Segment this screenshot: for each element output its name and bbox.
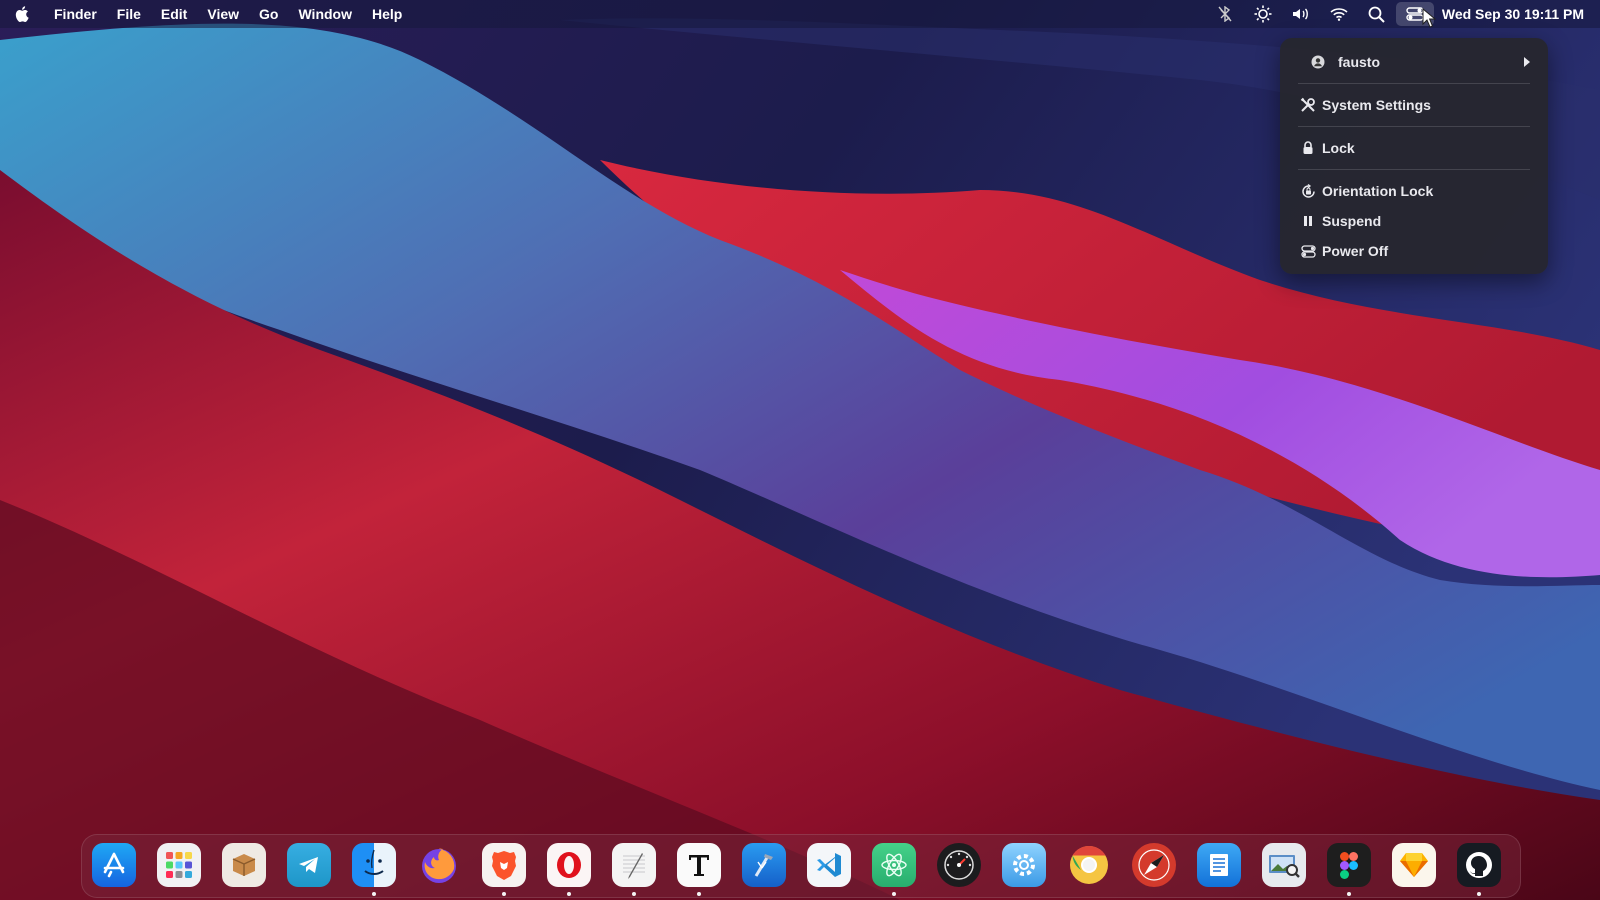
power-off-menu-item[interactable]: Power Off: [1298, 238, 1530, 264]
chrome-icon: [1067, 843, 1111, 887]
suspend-menu-item[interactable]: Suspend: [1298, 208, 1530, 234]
dock-item-atom[interactable]: [872, 843, 916, 896]
submenu-arrow-icon: [1524, 57, 1530, 67]
power-off-icon: [1298, 241, 1318, 261]
xcode-icon: [742, 843, 786, 887]
dock-item-preview[interactable]: [1262, 843, 1306, 887]
lock-label: Lock: [1322, 140, 1355, 156]
desktop[interactable]: Finder File Edit View Go Window Help Wed…: [0, 0, 1600, 900]
dock-item-package[interactable]: [222, 843, 266, 887]
running-indicator: [567, 892, 571, 896]
dock-item-typora[interactable]: [677, 843, 721, 896]
search-icon[interactable]: [1358, 0, 1396, 28]
atom-icon: [872, 843, 916, 887]
orientation-lock-menu-item[interactable]: Orientation Lock: [1298, 178, 1530, 204]
dock-item-chrome[interactable]: [1067, 843, 1111, 887]
typora-icon: [677, 843, 721, 887]
dock: [81, 834, 1521, 898]
github-icon: [1457, 843, 1501, 887]
dock-item-opera[interactable]: [547, 843, 591, 896]
dock-item-dashboard[interactable]: [937, 843, 981, 887]
tools-icon: [1298, 95, 1318, 115]
menu-separator: [1298, 169, 1530, 170]
dock-item-github[interactable]: [1457, 843, 1501, 896]
running-indicator: [632, 892, 636, 896]
menubar-clock[interactable]: Wed Sep 30 19:11 PM: [1434, 6, 1590, 22]
dock-item-sketch[interactable]: [1392, 843, 1436, 887]
dock-item-figma[interactable]: [1327, 843, 1371, 896]
running-indicator: [502, 892, 506, 896]
lock-icon: [1298, 138, 1318, 158]
menu-view[interactable]: View: [197, 0, 249, 28]
wifi-icon[interactable]: [1320, 0, 1358, 28]
status-area: Wed Sep 30 19:11 PM: [1206, 0, 1600, 28]
launchpad-icon: [157, 843, 201, 887]
orientation-lock-icon: [1298, 181, 1318, 201]
telegram-icon: [287, 843, 331, 887]
sketch-icon: [1392, 843, 1436, 887]
dock-item-finder[interactable]: [352, 843, 396, 896]
brave-icon: [482, 843, 526, 887]
orientation-lock-label: Orientation Lock: [1322, 183, 1434, 199]
figma-icon: [1327, 843, 1371, 887]
dock-item-settings[interactable]: [1002, 843, 1046, 887]
apple-logo-icon: [15, 6, 29, 22]
menu-separator: [1298, 126, 1530, 127]
dock-item-pages[interactable]: [1197, 843, 1241, 887]
menu-separator: [1298, 83, 1530, 84]
mouse-cursor-icon: [1422, 8, 1436, 28]
menu-window[interactable]: Window: [288, 0, 362, 28]
running-indicator: [697, 892, 701, 896]
system-menu-dropdown: fausto System Settings Lock Orientation …: [1280, 38, 1548, 274]
pause-icon: [1298, 211, 1318, 231]
dock-item-brave[interactable]: [482, 843, 526, 896]
apple-menu[interactable]: [0, 0, 44, 28]
menu-bar: Finder File Edit View Go Window Help Wed…: [0, 0, 1600, 28]
firefox-icon: [417, 843, 461, 887]
user-name-label: fausto: [1338, 54, 1380, 70]
power-off-label: Power Off: [1322, 243, 1389, 259]
menu-go[interactable]: Go: [249, 0, 288, 28]
menu-file[interactable]: File: [107, 0, 151, 28]
dock-item-xcode[interactable]: [742, 843, 786, 887]
running-indicator: [892, 892, 896, 896]
user-avatar-icon: [1308, 52, 1328, 72]
finder-icon: [352, 843, 396, 887]
app-store-icon: [92, 843, 136, 887]
dock-item-text-editor[interactable]: [612, 843, 656, 896]
safari-icon: [1132, 843, 1176, 887]
system-settings-menu-item[interactable]: System Settings: [1298, 92, 1530, 118]
running-indicator: [1347, 892, 1351, 896]
menu-help[interactable]: Help: [362, 0, 412, 28]
system-settings-label: System Settings: [1322, 97, 1431, 113]
settings-gear-icon: [1002, 843, 1046, 887]
dock-item-vscode[interactable]: [807, 843, 851, 887]
dock-item-firefox[interactable]: [417, 843, 461, 887]
lock-menu-item[interactable]: Lock: [1298, 135, 1530, 161]
dock-item-safari[interactable]: [1132, 843, 1176, 887]
user-menu-item[interactable]: fausto: [1298, 49, 1530, 75]
pages-icon: [1197, 843, 1241, 887]
running-indicator: [1477, 892, 1481, 896]
dashboard-icon: [937, 843, 981, 887]
suspend-label: Suspend: [1322, 213, 1382, 229]
dock-item-telegram[interactable]: [287, 843, 331, 887]
running-indicator: [372, 892, 376, 896]
bluetooth-off-icon[interactable]: [1206, 0, 1244, 28]
dock-item-launchpad[interactable]: [157, 843, 201, 887]
menu-finder[interactable]: Finder: [44, 0, 107, 28]
menu-edit[interactable]: Edit: [151, 0, 197, 28]
preview-icon: [1262, 843, 1306, 887]
brightness-icon[interactable]: [1244, 0, 1282, 28]
vscode-icon: [807, 843, 851, 887]
text-editor-icon: [612, 843, 656, 887]
package-icon: [222, 843, 266, 887]
volume-icon[interactable]: [1282, 0, 1320, 28]
opera-icon: [547, 843, 591, 887]
dock-item-app-store[interactable]: [92, 843, 136, 887]
